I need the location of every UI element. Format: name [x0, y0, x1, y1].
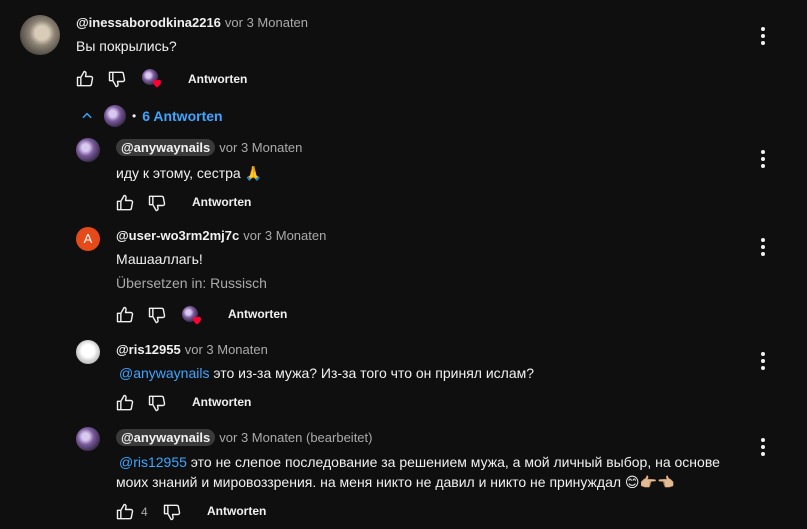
reply-text: @anywaynails это из-за мужа? Из-за того … — [119, 363, 534, 383]
more-actions-icon[interactable] — [760, 352, 766, 372]
reply-author[interactable]: @ris12955 — [116, 342, 181, 357]
thumbs-down-icon — [108, 71, 126, 88]
thumbs-up-icon — [116, 194, 134, 211]
mention-link[interactable]: @ris12955 — [119, 454, 187, 470]
replier-avatar — [104, 105, 126, 127]
thumbs-down-icon — [148, 307, 166, 324]
reply-author[interactable]: @anywaynails — [116, 429, 216, 446]
reply-button[interactable]: Antworten — [192, 195, 251, 209]
more-actions-icon[interactable] — [760, 238, 766, 258]
reply-author[interactable]: @anywaynails — [116, 139, 216, 156]
like-button[interactable] — [115, 305, 135, 325]
translate-link[interactable]: Übersetzen in: Russisch — [116, 275, 267, 291]
thumbs-down-icon — [148, 195, 166, 212]
reply-button[interactable]: Antworten — [188, 72, 247, 86]
creator-heart-badge — [142, 69, 164, 89]
like-count: 4 — [141, 505, 148, 519]
reply-avatar[interactable] — [76, 138, 100, 162]
like-button[interactable] — [75, 69, 95, 89]
commenter-avatar[interactable] — [20, 15, 60, 55]
reply-time[interactable]: vor 3 Monaten — [219, 140, 302, 155]
separator-dot: • — [132, 109, 137, 123]
thumbs-down-icon — [148, 395, 166, 412]
reply-text-body: это не слепое последование за решением м… — [186, 454, 720, 470]
chevron-up-icon — [82, 112, 92, 119]
reply-header: @ris12955 vor 3 Monaten — [116, 342, 268, 358]
reply-author[interactable]: @user-wo3rm2mj7c — [116, 228, 239, 243]
thumbs-up-icon — [116, 503, 134, 520]
dislike-button[interactable] — [147, 305, 167, 325]
comment-text: Вы покрылись? — [76, 38, 177, 54]
reply-text-line2: моих знаний и мировоззрения. на меня ник… — [116, 474, 675, 490]
thumbs-down-icon — [163, 504, 181, 521]
like-button[interactable] — [115, 502, 135, 522]
like-button[interactable] — [115, 393, 135, 413]
reply-button[interactable]: Antworten — [192, 395, 251, 409]
like-button[interactable] — [115, 193, 135, 213]
comment-time[interactable]: vor 3 Monaten — [225, 15, 308, 30]
replies-toggle[interactable]: • 6 Antworten — [80, 104, 223, 128]
more-actions-icon[interactable] — [760, 438, 766, 458]
reply-text-body: это из-за мужа? Из-за того что он принял… — [209, 365, 535, 381]
heart-icon — [153, 79, 161, 88]
dislike-button[interactable] — [107, 69, 127, 89]
thumbs-up-icon — [116, 394, 134, 411]
more-actions-icon[interactable] — [760, 150, 766, 170]
reply-time[interactable]: vor 3 Monaten — [185, 342, 268, 357]
reply-text: иду к этому, сестра 🙏 — [116, 165, 263, 181]
reply-header: @anywaynails vor 3 Monaten (bearbeitet) — [116, 429, 372, 446]
more-actions-icon[interactable] — [760, 27, 766, 47]
dislike-button[interactable] — [162, 502, 182, 522]
reply-time[interactable]: vor 3 Monaten (bearbeitet) — [219, 430, 372, 445]
reply-header: @anywaynails vor 3 Monaten — [116, 139, 302, 156]
reply-button[interactable]: Antworten — [228, 307, 287, 321]
mention-link[interactable]: @anywaynails — [119, 365, 209, 381]
reply-header: @user-wo3rm2mj7c vor 3 Monaten — [116, 228, 326, 244]
reply-button[interactable]: Antworten — [207, 504, 266, 518]
replies-count: 6 Antworten — [142, 108, 223, 124]
reply-text: Машааллагь! — [116, 251, 203, 267]
comment-author[interactable]: @inessaborodkina2216 — [76, 15, 221, 30]
comment-header: @inessaborodkina2216 vor 3 Monaten — [76, 15, 308, 31]
dislike-button[interactable] — [147, 193, 167, 213]
creator-heart-badge — [182, 306, 204, 326]
reply-avatar[interactable]: A — [76, 227, 100, 251]
reply-text-line1: @ris12955 это не слепое последование за … — [119, 452, 720, 472]
dislike-button[interactable] — [147, 393, 167, 413]
heart-icon — [193, 316, 201, 325]
thumbs-up-icon — [76, 70, 94, 87]
reply-time[interactable]: vor 3 Monaten — [243, 228, 326, 243]
reply-avatar[interactable] — [76, 340, 100, 364]
thumbs-up-icon — [116, 306, 134, 323]
reply-avatar[interactable] — [76, 427, 100, 451]
